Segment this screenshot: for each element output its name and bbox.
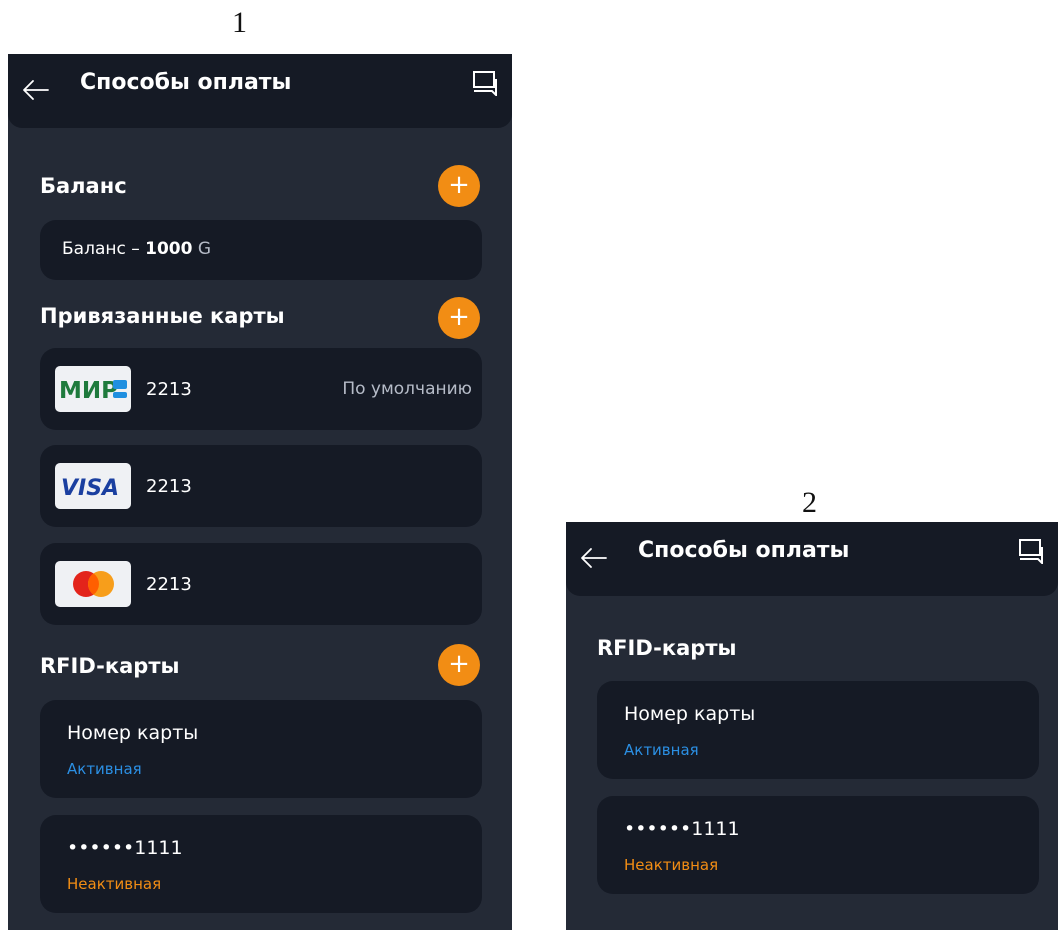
- rfid-card-name: ••••••1111: [624, 818, 740, 840]
- chat-icon[interactable]: [472, 70, 498, 96]
- top-bar: Способы оплаты: [8, 54, 512, 128]
- rfid-card-1[interactable]: Номер карты Активная: [597, 681, 1039, 779]
- figure-label-1: 1: [232, 6, 247, 39]
- rfid-card-name: Номер карты: [67, 722, 199, 744]
- page-title: Способы оплаты: [638, 538, 850, 563]
- default-card-label: По умолчанию: [342, 379, 472, 399]
- rfid-status-inactive: Неактивная: [67, 875, 162, 893]
- chat-icon[interactable]: [1018, 538, 1044, 564]
- rfid-status-active: Активная: [624, 741, 699, 759]
- rfid-status-inactive: Неактивная: [624, 856, 719, 874]
- screen-1: Способы оплаты Баланс + Баланс – 1000 G …: [8, 54, 512, 930]
- rfid-card-1[interactable]: Номер карты Активная: [40, 700, 482, 798]
- section-title-rfid: RFID-карты: [597, 636, 737, 660]
- mir-logo-icon: МИР: [55, 366, 131, 412]
- figure-label-2: 2: [802, 486, 817, 519]
- add-balance-button[interactable]: +: [438, 165, 480, 207]
- visa-logo-text: VISA: [61, 476, 119, 501]
- linked-card-mir[interactable]: МИР 2213 По умолчанию: [40, 348, 482, 430]
- rfid-status-active: Активная: [67, 760, 142, 778]
- rfid-card-2[interactable]: ••••••1111 Неактивная: [597, 796, 1039, 894]
- arrow-left-icon[interactable]: [22, 76, 50, 104]
- card-number: 2213: [146, 379, 192, 400]
- section-title-linked-cards: Привязанные карты: [40, 304, 285, 328]
- balance-amount: 1000: [145, 239, 193, 259]
- balance-prefix: Баланс –: [62, 239, 146, 259]
- section-title-balance: Баланс: [40, 174, 127, 198]
- visa-logo-icon: VISA: [55, 463, 131, 509]
- card-number: 2213: [146, 574, 192, 595]
- arrow-left-icon[interactable]: [580, 544, 608, 572]
- add-card-button[interactable]: +: [438, 297, 480, 339]
- linked-card-mastercard[interactable]: 2213: [40, 543, 482, 625]
- page-title: Способы оплаты: [80, 70, 292, 95]
- section-title-rfid: RFID-карты: [40, 654, 180, 678]
- balance-card: Баланс – 1000 G: [40, 220, 482, 280]
- rfid-card-name: Номер карты: [624, 703, 756, 725]
- card-number: 2213: [146, 476, 192, 497]
- mir-logo-text: МИР: [59, 378, 118, 404]
- balance-currency: G: [197, 239, 212, 259]
- add-rfid-button[interactable]: +: [438, 644, 480, 686]
- rfid-card-name: ••••••1111: [67, 837, 183, 859]
- screen-2: Способы оплаты RFID-карты Номер карты Ак…: [566, 522, 1058, 930]
- rfid-card-2[interactable]: ••••••1111 Неактивная: [40, 815, 482, 913]
- balance-text: Баланс – 1000 G: [62, 239, 211, 259]
- mastercard-logo-icon: [55, 561, 131, 607]
- top-bar: Способы оплаты: [566, 522, 1058, 596]
- linked-card-visa[interactable]: VISA 2213: [40, 445, 482, 527]
